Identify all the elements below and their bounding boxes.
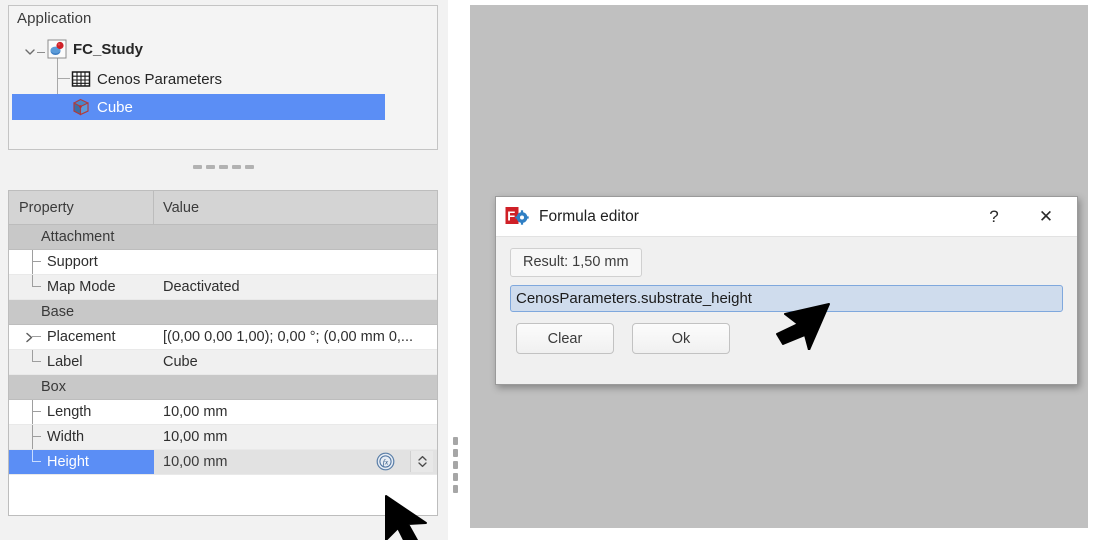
box-solid-icon xyxy=(71,97,91,117)
tree-guide-tick xyxy=(32,411,41,412)
result-display: Result: 1,50 mm xyxy=(510,248,642,277)
property-value[interactable]: 10,00 mm xyxy=(154,425,437,449)
dialog-title: Formula editor xyxy=(539,207,639,225)
property-name-cell: Map Mode xyxy=(9,275,154,299)
property-label: Placement xyxy=(47,329,116,345)
tree-item-label: Cube xyxy=(97,98,133,116)
property-value[interactable] xyxy=(154,250,437,274)
property-value-editor[interactable]: 10,00 mm fx xyxy=(154,450,437,474)
dialog-body: Result: 1,50 mm Clear Ok xyxy=(496,237,1077,354)
tree-guide-tick xyxy=(32,336,41,337)
model-tree-panel[interactable]: Application FC_Study Cenos Parameters Cu… xyxy=(8,5,438,150)
property-name-cell: Length xyxy=(9,400,154,424)
property-label: Support xyxy=(47,254,98,270)
property-row-map-mode[interactable]: Map Mode Deactivated xyxy=(9,275,437,300)
property-row-empty xyxy=(9,475,437,497)
dialog-titlebar[interactable]: F Formula editor ? ✕ xyxy=(496,197,1077,237)
app-window: Application FC_Study Cenos Parameters Cu… xyxy=(0,0,1093,540)
property-group-value xyxy=(154,375,437,399)
property-row-support[interactable]: Support xyxy=(9,250,437,275)
property-group-label: Box xyxy=(41,379,66,395)
tree-guide-tick xyxy=(32,436,41,437)
property-group-label: Attachment xyxy=(41,229,115,245)
property-value[interactable]: Deactivated xyxy=(154,275,437,299)
formula-editor-icon: F xyxy=(505,206,531,228)
property-name-cell: Width xyxy=(9,425,154,449)
property-name-cell-empty xyxy=(9,475,154,497)
column-header-property: Property xyxy=(9,191,154,224)
property-value-empty xyxy=(154,475,437,497)
ok-button[interactable]: Ok xyxy=(632,323,730,354)
splitter-dash xyxy=(192,165,202,169)
tree-item-cube[interactable]: Cube xyxy=(12,94,385,120)
property-group-label: Base xyxy=(41,304,75,320)
splitter-dash xyxy=(244,165,254,169)
svg-text:fx: fx xyxy=(383,458,389,467)
tree-item-label: FC_Study xyxy=(73,40,144,58)
splitter-dot xyxy=(453,437,458,445)
expression-fx-icon[interactable]: fx xyxy=(376,452,395,471)
tree-guide-tick xyxy=(32,361,41,362)
property-label: Map Mode xyxy=(47,279,116,295)
left-dock-area: Application FC_Study Cenos Parameters Cu… xyxy=(0,0,458,540)
property-value[interactable]: [(0,00 0,00 1,00); 0,00 °; (0,00 mm 0,..… xyxy=(154,325,437,349)
tree-item-fc-study[interactable]: FC_Study xyxy=(9,36,437,62)
vertical-splitter-handle[interactable] xyxy=(451,437,460,493)
property-name-cell: Placement xyxy=(9,325,154,349)
property-editor-panel[interactable]: Property Value Attachment Support Map Mo… xyxy=(8,190,438,516)
property-group-attachment[interactable]: Attachment xyxy=(9,225,437,250)
splitter-dot xyxy=(453,449,458,457)
clear-button[interactable]: Clear xyxy=(516,323,614,354)
spreadsheet-icon xyxy=(71,69,91,89)
help-button[interactable]: ? xyxy=(973,197,1015,236)
splitter-dot xyxy=(453,473,458,481)
property-name-cell: Label xyxy=(9,350,154,374)
property-label: Length xyxy=(47,404,92,420)
tree-connector-root xyxy=(37,52,45,53)
value-spinner[interactable] xyxy=(410,451,433,472)
property-label: Height xyxy=(47,454,89,470)
property-table-header: Property Value xyxy=(9,191,437,225)
property-value[interactable]: Cube xyxy=(154,350,437,374)
property-row-length[interactable]: Length 10,00 mm xyxy=(9,400,437,425)
tree-item-cenos-parameters[interactable]: Cenos Parameters xyxy=(9,66,437,92)
horizontal-splitter-handle[interactable] xyxy=(8,152,438,182)
tree-item-label: Cenos Parameters xyxy=(97,70,223,88)
property-group-value xyxy=(154,300,437,324)
property-row-width[interactable]: Width 10,00 mm xyxy=(9,425,437,450)
splitter-dash xyxy=(218,165,228,169)
property-value: 10,00 mm xyxy=(163,454,228,470)
property-row-height[interactable]: Height 10,00 mm fx xyxy=(9,450,437,475)
tree-guide-tick xyxy=(32,286,41,287)
splitter-dash xyxy=(231,165,241,169)
column-header-value: Value xyxy=(163,199,200,216)
tree-header-application: Application xyxy=(17,10,92,27)
svg-text:F: F xyxy=(507,208,515,223)
formula-editor-dialog[interactable]: F Formula editor ? ✕ Result: 1,50 mm Cen… xyxy=(495,196,1078,385)
property-row-placement[interactable]: Placement [(0,00 0,00 1,00); 0,00 °; (0,… xyxy=(9,325,437,350)
property-group-base[interactable]: Base xyxy=(9,300,437,325)
tree-guide-tick xyxy=(32,261,41,262)
splitter-dot xyxy=(453,485,458,493)
tree-guide-tick xyxy=(32,461,41,462)
chevron-down-icon[interactable] xyxy=(23,45,37,59)
close-icon[interactable]: ✕ xyxy=(1025,197,1067,236)
property-row-label[interactable]: Label Cube xyxy=(9,350,437,375)
tree-guide-line xyxy=(32,425,33,449)
splitter-dot xyxy=(453,461,458,469)
tree-guide-line xyxy=(32,400,33,424)
dialog-button-row: Clear Ok xyxy=(510,323,1063,354)
splitter-dash xyxy=(205,165,215,169)
freecad-document-icon xyxy=(47,39,67,59)
property-label: Width xyxy=(47,429,85,445)
property-name-cell: Support xyxy=(9,250,154,274)
property-name-cell: Height xyxy=(9,450,154,474)
expression-input[interactable] xyxy=(510,285,1063,312)
property-group-value xyxy=(154,225,437,249)
property-group-box[interactable]: Box xyxy=(9,375,437,400)
property-label: Label xyxy=(47,354,83,370)
tree-guide-line xyxy=(32,250,33,274)
property-value[interactable]: 10,00 mm xyxy=(154,400,437,424)
